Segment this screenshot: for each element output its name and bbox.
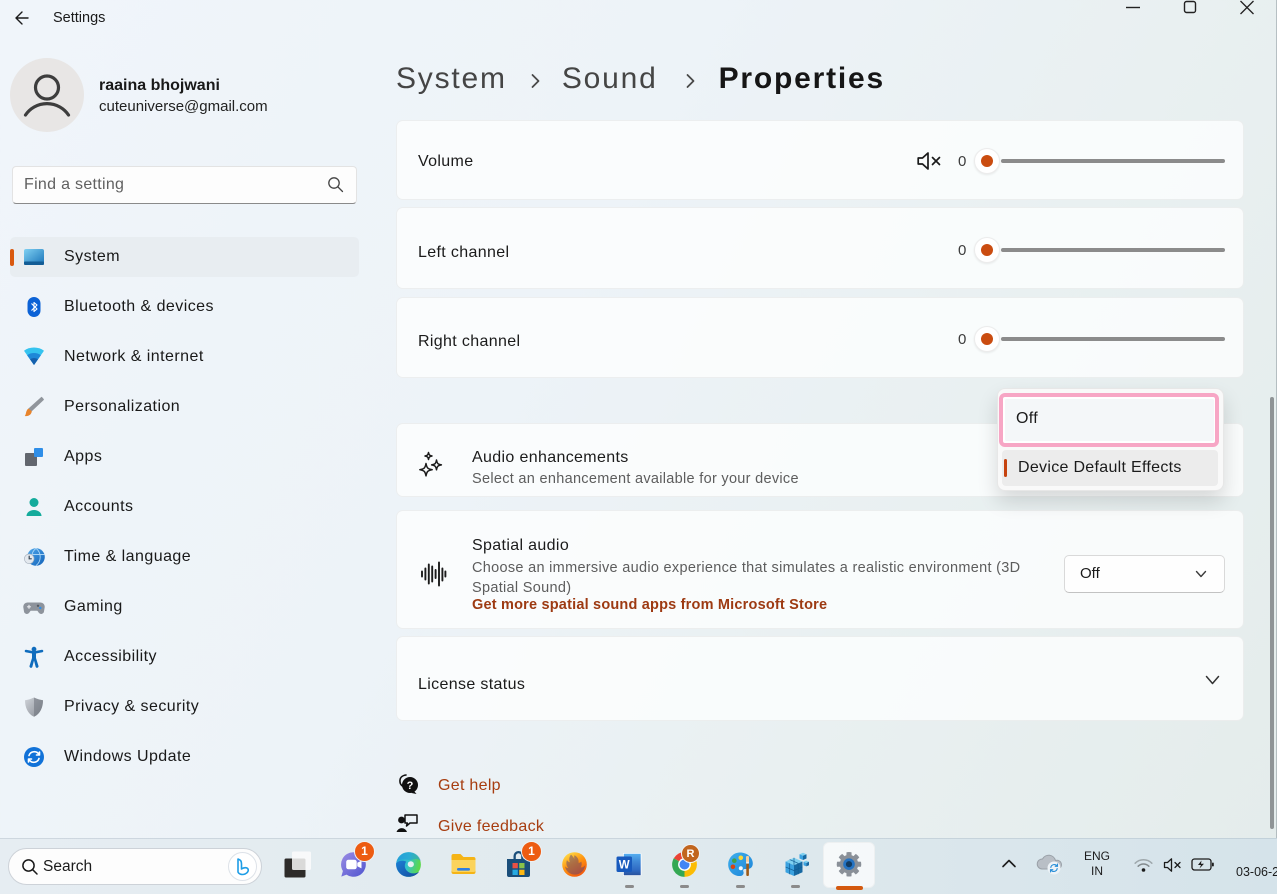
- svg-text:W: W: [619, 859, 630, 871]
- svg-text:?: ?: [407, 780, 414, 792]
